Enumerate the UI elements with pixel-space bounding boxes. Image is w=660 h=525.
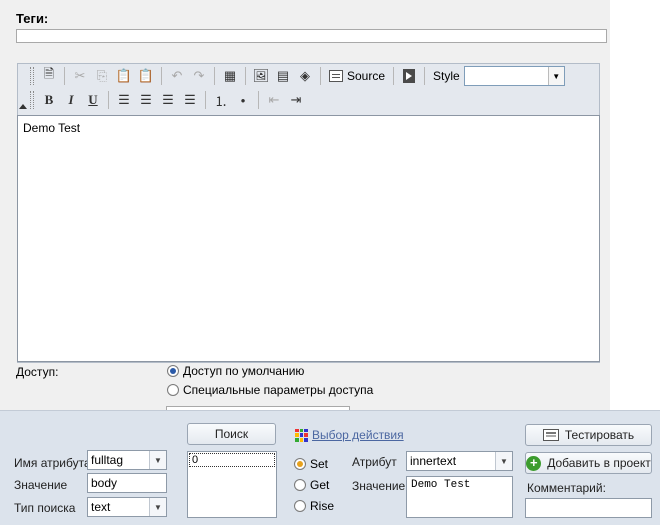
toolbar-separator — [108, 91, 109, 109]
comment-label: Комментарий: — [527, 481, 606, 495]
toolbar-separator — [214, 67, 215, 85]
access-special-option[interactable]: Специальные параметры доступа — [167, 383, 373, 397]
toolbar-separator — [424, 67, 426, 85]
numbered-list-icon[interactable]: ⒈ — [210, 90, 232, 110]
flash-icon[interactable]: ◈ — [294, 66, 316, 86]
toolbar-separator — [64, 67, 65, 85]
comment-input[interactable] — [525, 498, 652, 518]
toolbar-separator — [258, 91, 259, 109]
list-item[interactable]: 0 — [189, 453, 275, 467]
editor-toolbar-row-2: B I U ☰ ☰ ☰ ☰ ⒈ • ⇤ ⇥ — [30, 89, 307, 111]
choose-action-link[interactable]: Выбор действия — [295, 428, 404, 442]
underline-icon[interactable]: U — [82, 90, 104, 110]
mode-set-option[interactable]: Set — [294, 457, 328, 471]
mode-get-radio[interactable] — [294, 479, 306, 491]
attribute-combo[interactable]: innertext ▼ — [406, 451, 513, 471]
value-input[interactable]: body — [87, 473, 167, 493]
value-textarea[interactable]: Demo Test — [406, 476, 513, 518]
chevron-down-icon: ▼ — [149, 451, 166, 469]
align-left-icon[interactable]: ☰ — [113, 90, 135, 110]
mode-set-radio[interactable] — [294, 458, 306, 470]
access-default-radio[interactable] — [167, 365, 179, 377]
results-list[interactable]: 0 — [187, 451, 277, 518]
mode-rise-label: Rise — [310, 499, 335, 513]
search-type-value: text — [91, 500, 111, 514]
add-to-project-label: Добавить в проект — [547, 456, 651, 470]
access-label: Доступ: — [16, 365, 59, 379]
cut-icon[interactable]: ✂ — [69, 66, 91, 86]
choose-action-label: Выбор действия — [312, 428, 404, 442]
paste-text-icon[interactable]: 📋 — [135, 66, 157, 86]
toolbar-separator — [245, 67, 246, 85]
tags-label: Теги: — [16, 11, 49, 26]
chevron-down-icon: ▼ — [495, 452, 512, 470]
add-to-project-button[interactable]: + Добавить в проект — [525, 452, 652, 474]
paste-icon[interactable]: 📋 — [113, 66, 135, 86]
undo-icon[interactable]: ↶ — [166, 66, 188, 86]
toolbar-separator — [393, 67, 395, 85]
toolbar-separator — [320, 67, 321, 85]
mode-rise-radio[interactable] — [294, 500, 306, 512]
toolbar-collapse-icon[interactable] — [19, 104, 27, 109]
style-label: Style — [433, 69, 460, 83]
toolbar-separator — [161, 67, 162, 85]
actions-grid-icon — [295, 428, 308, 442]
align-center-icon[interactable]: ☰ — [135, 90, 157, 110]
italic-icon[interactable]: I — [60, 90, 82, 110]
attr-name-combo[interactable]: fulltag ▼ — [87, 450, 167, 470]
toolbar-separator — [205, 91, 206, 109]
copy-icon[interactable]: ⎘ — [91, 66, 113, 86]
chevron-down-icon: ▼ — [547, 67, 564, 85]
source-label: Source — [347, 69, 386, 83]
mode-get-option[interactable]: Get — [294, 478, 329, 492]
test-button-label: Тестировать — [564, 428, 635, 442]
style-dropdown[interactable]: ▼ — [463, 66, 565, 86]
add-icon: + — [526, 455, 542, 471]
mode-get-label: Get — [310, 478, 330, 492]
test-button[interactable]: Тестировать — [525, 424, 652, 446]
image-icon[interactable]: 🖼 — [250, 66, 272, 86]
editor-content-area[interactable]: Demo Test — [17, 115, 600, 362]
align-justify-icon[interactable]: ☰ — [179, 90, 201, 110]
table-icon[interactable]: ▤ — [272, 66, 294, 86]
source-button[interactable]: Source — [325, 66, 389, 86]
search-type-combo[interactable]: text ▼ — [87, 497, 167, 517]
test-icon — [542, 429, 559, 441]
access-default-option[interactable]: Доступ по умолчанию — [167, 364, 304, 378]
new-page-icon[interactable]: 🗎 — [38, 66, 60, 86]
outdent-icon[interactable]: ⇤ — [263, 90, 285, 110]
attribute-label: Атрибут — [352, 455, 397, 469]
tags-input[interactable] — [16, 29, 607, 43]
mode-rise-option[interactable]: Rise — [294, 499, 334, 513]
search-button[interactable]: Поиск — [187, 423, 276, 445]
source-icon — [329, 70, 343, 82]
align-right-icon[interactable]: ☰ — [157, 90, 179, 110]
value-label: Значение — [14, 478, 68, 492]
access-default-label: Доступ по умолчанию — [183, 364, 305, 378]
chevron-down-icon: ▼ — [149, 498, 166, 516]
toolbar-grip — [30, 67, 34, 85]
editor-toolbar-row-1: 🗎 ✂ ⎘ 📋 📋 ↶ ↷ ▦ 🖼 ▤ ◈ Source Style ▼ — [30, 65, 565, 87]
search-type-label: Тип поиска — [14, 501, 76, 515]
attr-name-value: fulltag — [91, 453, 124, 467]
select-all-icon[interactable]: ▦ — [219, 66, 241, 86]
indent-icon[interactable]: ⇥ — [285, 90, 307, 110]
preview-play-icon[interactable] — [398, 66, 420, 86]
value2-label: Значение — [352, 479, 406, 493]
access-special-label: Специальные параметры доступа — [183, 383, 374, 397]
mode-set-label: Set — [310, 457, 329, 471]
toolbar-grip — [30, 91, 34, 109]
bullet-list-icon[interactable]: • — [232, 90, 254, 110]
redo-icon[interactable]: ↷ — [188, 66, 210, 86]
attr-name-label: Имя атрибута — [14, 456, 91, 470]
bold-icon[interactable]: B — [38, 90, 60, 110]
access-special-radio[interactable] — [167, 384, 179, 396]
attribute-value: innertext — [410, 454, 457, 468]
